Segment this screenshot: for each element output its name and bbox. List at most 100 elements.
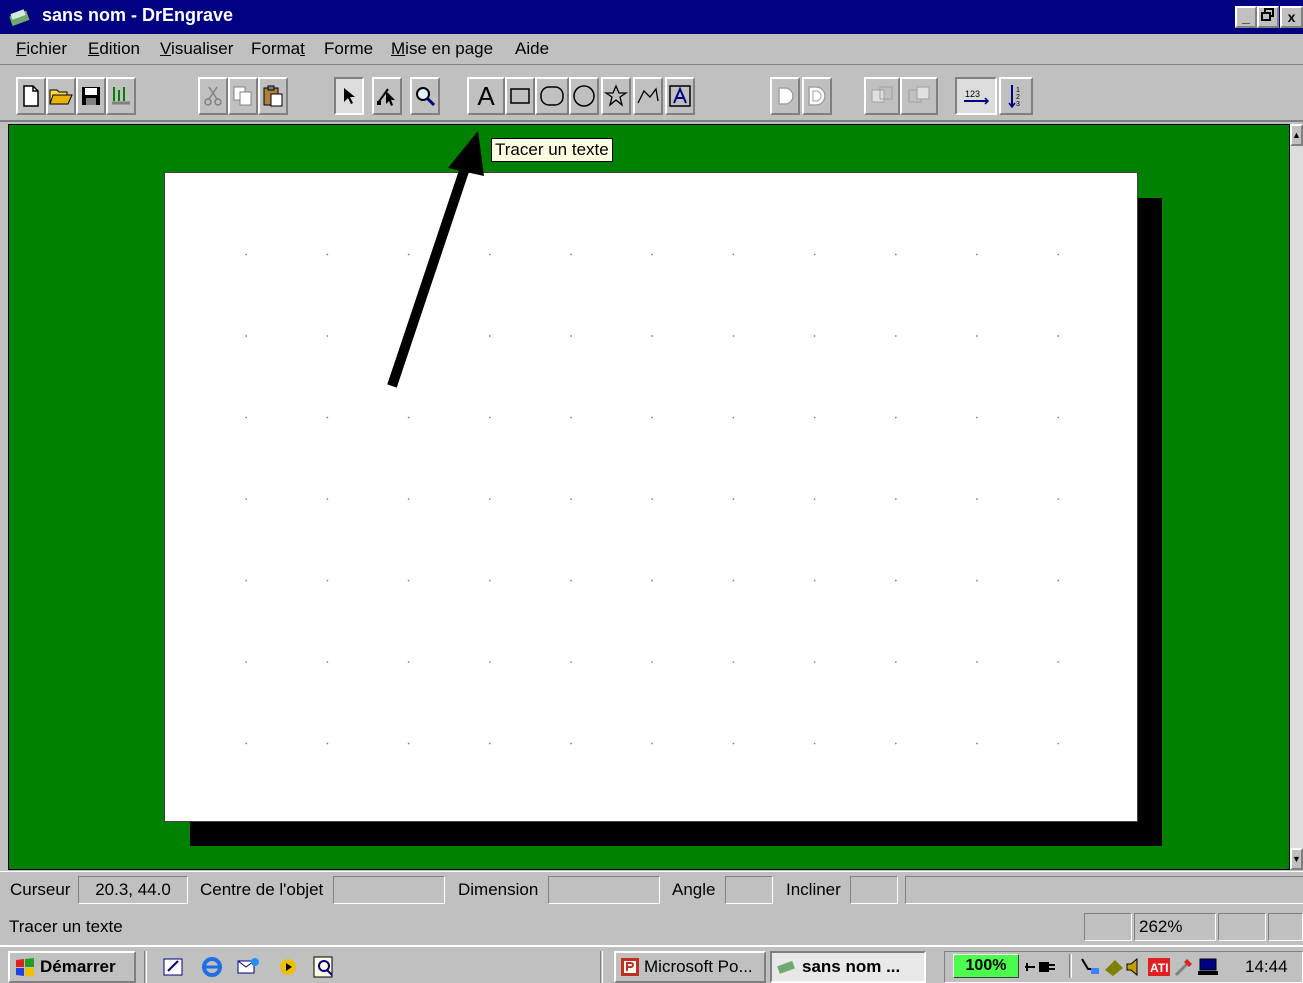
grid-dot — [326, 579, 329, 582]
laptop-icon[interactable] — [1197, 956, 1219, 978]
close-button[interactable]: x — [1280, 6, 1303, 28]
grid-dot — [1057, 498, 1060, 500]
dimension-label: Dimension — [458, 880, 539, 899]
numbering-vertical-button[interactable]: 123 — [999, 77, 1033, 115]
volume-speaker-icon[interactable] — [1125, 956, 1145, 978]
grid-dot — [570, 742, 572, 745]
svg-text:2: 2 — [1016, 94, 1020, 101]
vertical-scrollbar[interactable]: ▲ ▼ — [1290, 124, 1303, 870]
grid-dot — [976, 335, 978, 337]
clock: 14:44 — [1245, 957, 1288, 976]
polyline-tool-button[interactable] — [633, 77, 663, 115]
media-player-icon[interactable] — [276, 955, 300, 979]
arrange-front-button[interactable] — [900, 77, 938, 115]
battery-meter[interactable]: 100% — [953, 954, 1019, 978]
disabled-d-button[interactable] — [770, 77, 800, 115]
taskbar: Démarrer Microsoft Po... sans nom ... 10… — [0, 945, 1303, 983]
menu-label: ichier — [26, 39, 68, 58]
copy-button[interactable] — [228, 77, 258, 115]
title-bar[interactable]: sans nom - DrEngrave _ x — [0, 0, 1303, 34]
grid-dot — [407, 416, 410, 419]
grid-dot — [976, 579, 978, 582]
outlook-express-icon[interactable] — [236, 955, 260, 979]
show-desktop-icon[interactable] — [162, 955, 186, 979]
taskbar-separator — [600, 951, 603, 983]
scroll-up-button[interactable]: ▲ — [1290, 124, 1303, 146]
menu-edition[interactable]: Edition — [88, 39, 140, 59]
menu-format[interactable]: Format — [251, 39, 305, 59]
grid-dot — [326, 416, 329, 419]
start-button[interactable]: Démarrer — [8, 951, 136, 983]
task-microsoft-powerpoint[interactable]: Microsoft Po... — [614, 951, 766, 983]
grid-dot — [245, 253, 248, 256]
grid-dot — [407, 335, 410, 337]
select-tool-button[interactable] — [334, 77, 364, 115]
node-edit-tool-button[interactable] — [372, 77, 402, 115]
scroll-down-button[interactable]: ▼ — [1290, 848, 1303, 870]
grid-dot — [813, 661, 816, 663]
rectangle-tool-button[interactable] — [505, 77, 535, 115]
minimize-button[interactable]: _ — [1235, 6, 1257, 28]
menu-label: dition — [99, 39, 140, 58]
engrave-button[interactable] — [106, 77, 136, 115]
menu-forme[interactable]: Forme — [324, 39, 373, 59]
text-tool-button[interactable]: A — [467, 77, 505, 115]
open-button[interactable] — [46, 77, 76, 115]
device-icon[interactable] — [1103, 956, 1125, 978]
center-label: Centre de l'objet — [200, 880, 324, 899]
incline-value — [850, 876, 898, 904]
grid-dot — [245, 335, 248, 337]
menu-label: orme — [334, 39, 374, 58]
disabled-d-outline-button[interactable] — [802, 77, 832, 115]
search-icon[interactable] — [312, 955, 336, 979]
ati-icon[interactable]: ATI — [1147, 956, 1171, 978]
menu-mise-en-page[interactable]: Mise en page — [391, 39, 493, 59]
grid-dot — [326, 498, 329, 500]
tool-icon[interactable] — [1173, 956, 1195, 978]
numbering-horizontal-icon: 123 — [964, 89, 990, 105]
rounded-rectangle-tool-button[interactable] — [535, 77, 569, 115]
grid-dot — [651, 498, 654, 500]
maximize-button[interactable] — [1257, 6, 1279, 28]
arrange-back-button[interactable] — [864, 77, 900, 115]
ellipse-tool-button[interactable] — [569, 77, 599, 115]
network-icon[interactable] — [1079, 956, 1101, 978]
page-grid — [245, 253, 1060, 745]
menu-label: E — [88, 39, 100, 58]
grid-dot — [407, 253, 410, 256]
grid-dot — [407, 661, 410, 663]
pointer-arrow-icon — [344, 88, 355, 104]
grid-dot — [245, 416, 248, 419]
paste-button[interactable] — [258, 77, 288, 115]
cut-button[interactable] — [198, 77, 228, 115]
menu-aide[interactable]: Aide — [515, 39, 549, 59]
grid-dot — [813, 742, 816, 745]
framed-text-icon — [669, 85, 691, 107]
grid-dot — [570, 416, 572, 419]
grid-dot — [407, 742, 410, 745]
grid-dot — [813, 253, 816, 256]
numbering-vertical-icon: 123 — [1008, 85, 1020, 109]
menu-label: isualiser — [171, 39, 234, 58]
tooltip: Tracer un texte — [491, 138, 613, 162]
frame-text-tool-button[interactable] — [665, 77, 695, 115]
power-plug-icon[interactable] — [1023, 957, 1057, 977]
star-icon — [604, 84, 628, 107]
grid-dot — [407, 498, 410, 500]
star-tool-button[interactable] — [601, 77, 631, 115]
numbering-horizontal-button[interactable]: 123 — [955, 77, 997, 115]
menu-fichier[interactable]: Fichier — [16, 39, 67, 59]
grid-dot — [732, 416, 735, 419]
dimension-value — [548, 876, 660, 904]
drawing-page[interactable] — [164, 172, 1138, 822]
save-button[interactable] — [76, 77, 106, 115]
new-button[interactable] — [16, 77, 46, 115]
grid-dot — [732, 498, 735, 500]
zoom-tool-button[interactable] — [410, 77, 440, 115]
grid-dot — [570, 579, 572, 582]
internet-explorer-icon[interactable] — [200, 955, 224, 979]
letter-d-outline-icon — [808, 86, 826, 106]
task-sans-nom[interactable]: sans nom ... — [770, 951, 926, 983]
menu-visualiser[interactable]: Visualiser — [160, 39, 233, 59]
toolbar: A 123 1 2 3 — [0, 64, 1303, 122]
